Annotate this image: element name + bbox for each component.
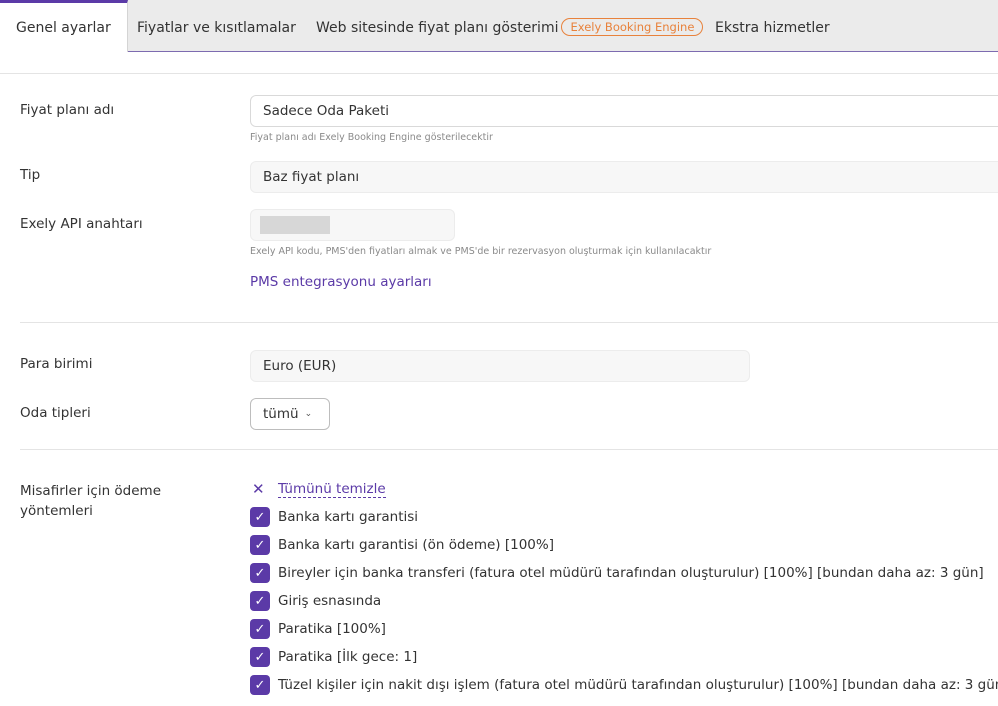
tab-website-label: Web sitesinde fiyat planı gösterimi — [316, 20, 559, 36]
payment-method-option[interactable]: ✓ Tüzel kişiler için nakit dışı işlem (fa… — [250, 675, 998, 695]
tab-website-display[interactable]: Web sitesinde fiyat planı gösterimi Exely… — [316, 0, 704, 52]
close-icon: ✕ — [252, 480, 265, 498]
payment-method-label: Giriş esnasında — [278, 593, 382, 609]
payment-method-option[interactable]: ✓ Banka kartı garantisi — [250, 507, 418, 527]
currency-label: Para birimi — [20, 356, 93, 372]
payment-method-label: Bireyler için banka transferi (fatura ot… — [278, 565, 984, 581]
room-types-value: tümü — [263, 406, 299, 422]
chevron-down-icon: ⌄ — [304, 409, 313, 419]
payment-methods-label: Misafirler için ödeme yöntemleri — [20, 483, 162, 519]
tab-general-settings[interactable]: Genel ayarlar — [0, 0, 128, 52]
payment-method-option[interactable]: ✓ Bireyler için banka transferi (fatura o… — [250, 563, 984, 583]
api-key-redacted — [260, 216, 330, 234]
clear-all-button[interactable]: ✕ Tümünü temizle — [252, 480, 386, 498]
tab-extra-services[interactable]: Ekstra hizmetler — [715, 0, 830, 52]
payment-method-label: Banka kartı garantisi (ön ödeme) [100%] — [278, 537, 554, 553]
checkbox-checked-icon[interactable]: ✓ — [250, 507, 270, 527]
checkbox-checked-icon[interactable]: ✓ — [250, 619, 270, 639]
checkbox-checked-icon[interactable]: ✓ — [250, 563, 270, 583]
payment-method-label: Tüzel kişiler için nakit dışı işlem (fat… — [278, 677, 998, 693]
divider — [0, 73, 998, 74]
tab-prices-restrictions[interactable]: Fiyatlar ve kısıtlamalar — [137, 0, 296, 52]
checkbox-checked-icon[interactable]: ✓ — [250, 591, 270, 611]
payment-method-label: Paratika [İlk gece: 1] — [278, 649, 418, 665]
divider — [20, 449, 998, 450]
payment-method-option[interactable]: ✓ Paratika [İlk gece: 1] — [250, 647, 417, 667]
clear-all-label: Tümünü temizle — [278, 480, 386, 498]
pms-integration-link[interactable]: PMS entegrasyonu ayarları — [250, 274, 432, 290]
payment-method-option[interactable]: ✓ Giriş esnasında — [250, 591, 381, 611]
room-types-select[interactable]: tümü ⌄ — [250, 398, 330, 430]
checkbox-checked-icon[interactable]: ✓ — [250, 675, 270, 695]
room-types-label: Oda tipleri — [20, 405, 91, 421]
payment-method-option[interactable]: ✓ Banka kartı garantisi (ön ödeme) [100%] — [250, 535, 554, 555]
payment-method-option[interactable]: ✓ Paratika [100%] — [250, 619, 386, 639]
plan-name-hint: Fiyat planı adı Exely Booking Engine gös… — [250, 132, 493, 143]
payment-method-label: Banka kartı garantisi — [278, 509, 419, 525]
plan-name-input[interactable]: Sadece Oda Paketi — [250, 95, 998, 127]
plan-name-label: Fiyat planı adı — [20, 102, 115, 118]
type-field: Baz fiyat planı — [250, 161, 998, 193]
api-key-label: Exely API anahtarı — [20, 216, 143, 232]
divider — [20, 322, 998, 323]
type-label: Tip — [20, 167, 41, 183]
api-key-hint: Exely API kodu, PMS'den fiyatları almak … — [250, 246, 712, 257]
booking-engine-badge: Exely Booking Engine — [561, 18, 704, 36]
tab-bar: Genel ayarlar Fiyatlar ve kısıtlamalar W… — [0, 0, 998, 52]
checkbox-checked-icon[interactable]: ✓ — [250, 535, 270, 555]
checkbox-checked-icon[interactable]: ✓ — [250, 647, 270, 667]
currency-field: Euro (EUR) — [250, 350, 750, 382]
payment-method-label: Paratika [100%] — [278, 621, 386, 637]
